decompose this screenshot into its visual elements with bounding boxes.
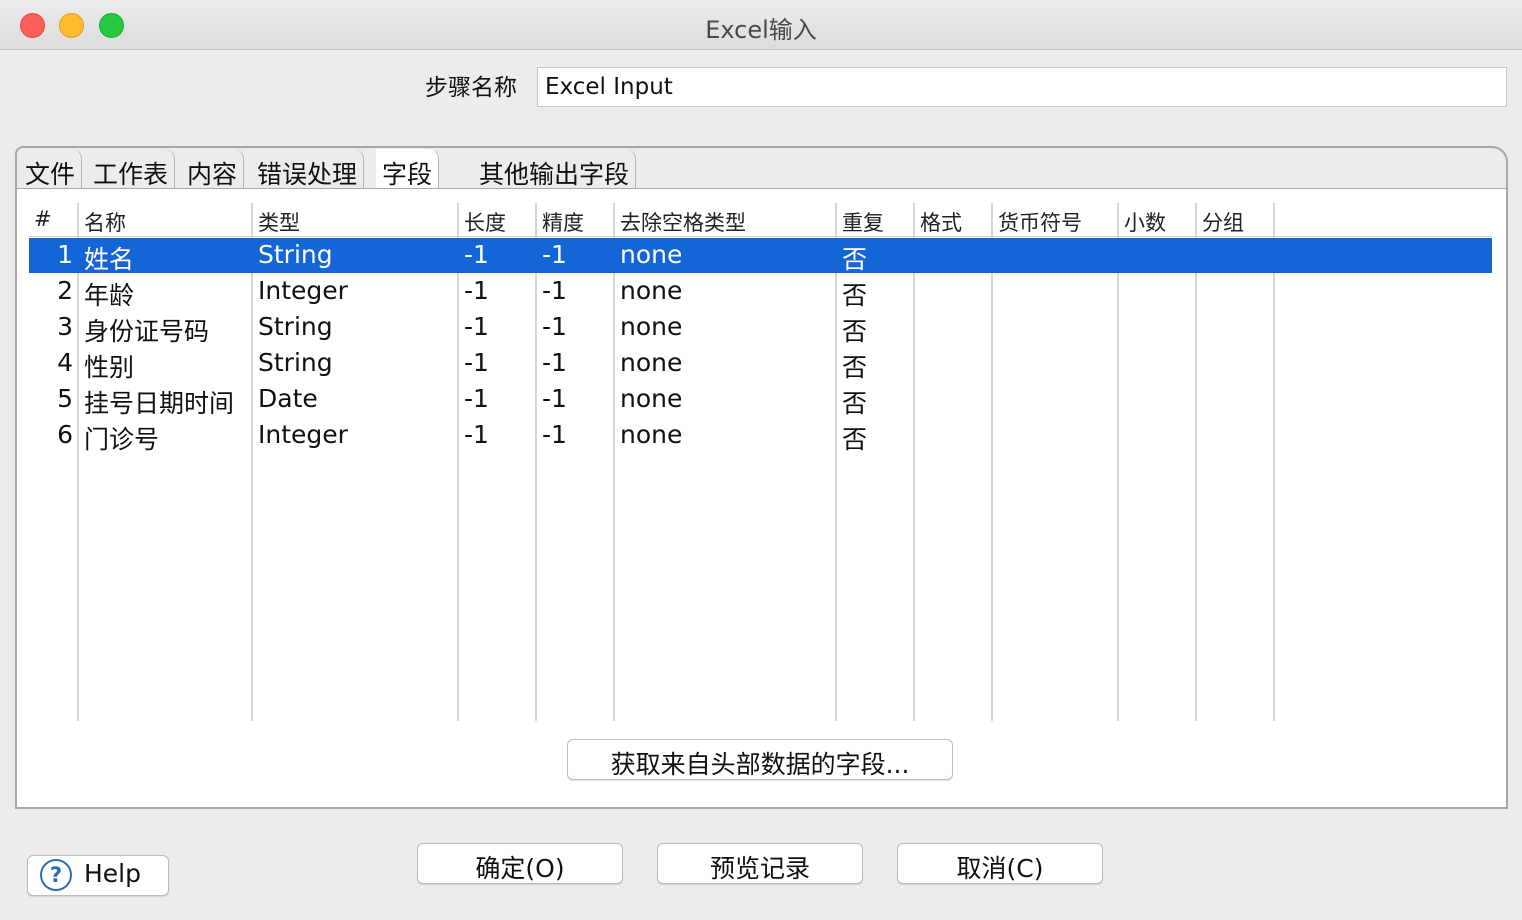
cell-precision[interactable]: -1 xyxy=(542,276,567,305)
cell-trim[interactable]: none xyxy=(620,384,682,413)
column-header-decimal[interactable]: 小数 xyxy=(1124,207,1166,237)
cell-name[interactable]: 性别 xyxy=(84,348,134,384)
column-header-name[interactable]: 名称 xyxy=(84,207,126,237)
table-row[interactable]: 6 门诊号 Integer -1 -1 none 否 xyxy=(29,418,1492,456)
cancel-button[interactable]: 取消(C) xyxy=(897,843,1103,884)
step-name-label: 步骤名称 xyxy=(425,75,517,101)
help-icon: ? xyxy=(40,859,72,891)
cell-type[interactable]: String xyxy=(258,348,333,377)
row-index: 1 xyxy=(57,240,73,269)
cell-trim[interactable]: none xyxy=(620,240,682,269)
cell-precision[interactable]: -1 xyxy=(542,420,567,449)
tab-additional-output-fields[interactable]: 其他输出字段 xyxy=(473,149,637,189)
column-header-repeat[interactable]: 重复 xyxy=(842,207,884,237)
cell-name[interactable]: 身份证号码 xyxy=(84,312,209,348)
cell-precision[interactable]: -1 xyxy=(542,384,567,413)
row-index: 5 xyxy=(57,384,73,413)
column-header-length[interactable]: 长度 xyxy=(464,207,506,237)
table-row[interactable]: 2 年龄 Integer -1 -1 none 否 xyxy=(29,274,1492,312)
cell-length[interactable]: -1 xyxy=(464,240,489,269)
cell-type[interactable]: Integer xyxy=(258,420,348,449)
get-fields-from-header-button[interactable]: 获取来自头部数据的字段... xyxy=(567,739,953,780)
help-label: Help xyxy=(84,859,141,888)
table-row[interactable]: 3 身份证号码 String -1 -1 none 否 xyxy=(29,310,1492,348)
cell-name[interactable]: 门诊号 xyxy=(84,420,159,456)
column-header-grouping[interactable]: 分组 xyxy=(1202,207,1244,237)
cell-repeat[interactable]: 否 xyxy=(842,240,867,276)
title-bar: Excel输入 xyxy=(0,0,1522,50)
tab-error-handling[interactable]: 错误处理 xyxy=(251,149,365,189)
column-header-precision[interactable]: 精度 xyxy=(542,207,584,237)
cell-trim[interactable]: none xyxy=(620,276,682,305)
cell-precision[interactable]: -1 xyxy=(542,240,567,269)
table-header: # 名称 类型 长度 精度 去除空格类型 重复 格式 货币符号 小数 分组 xyxy=(29,203,1492,237)
column-header-type[interactable]: 类型 xyxy=(258,207,300,237)
cell-length[interactable]: -1 xyxy=(464,276,489,305)
window-title: Excel输入 xyxy=(705,16,817,44)
cell-length[interactable]: -1 xyxy=(464,384,489,413)
cell-type[interactable]: Date xyxy=(258,384,318,413)
row-index: 3 xyxy=(57,312,73,341)
column-header-format[interactable]: 格式 xyxy=(920,207,962,237)
preview-records-button[interactable]: 预览记录 xyxy=(657,843,863,884)
fields-table[interactable]: # 名称 类型 长度 精度 去除空格类型 重复 格式 货币符号 小数 分组 1姓… xyxy=(29,203,1492,721)
cell-repeat[interactable]: 否 xyxy=(842,384,867,420)
cell-trim[interactable]: none xyxy=(620,348,682,377)
tab-file[interactable]: 文件 xyxy=(19,149,83,189)
row-index: 2 xyxy=(57,276,73,305)
tab-fields[interactable]: 字段 xyxy=(376,149,440,190)
tab-content[interactable]: 内容 xyxy=(181,149,245,189)
cell-type[interactable]: String xyxy=(258,240,333,269)
row-index: 6 xyxy=(57,420,73,449)
cell-repeat[interactable]: 否 xyxy=(842,348,867,384)
cell-trim[interactable]: none xyxy=(620,312,682,341)
column-header-trim-type[interactable]: 去除空格类型 xyxy=(620,207,746,237)
help-button[interactable]: ? Help xyxy=(27,855,169,896)
cell-type[interactable]: String xyxy=(258,312,333,341)
cell-length[interactable]: -1 xyxy=(464,312,489,341)
cell-name[interactable]: 挂号日期时间 xyxy=(84,384,234,420)
cell-precision[interactable]: -1 xyxy=(542,348,567,377)
cell-name[interactable]: 年龄 xyxy=(84,276,134,312)
cell-length[interactable]: -1 xyxy=(464,420,489,449)
cell-type[interactable]: Integer xyxy=(258,276,348,305)
column-header-currency[interactable]: 货币符号 xyxy=(998,207,1082,237)
step-name-input[interactable] xyxy=(537,67,1507,107)
table-row[interactable]: 1 姓名 String -1 -1 none 否 xyxy=(29,238,1492,276)
tab-worksheet[interactable]: 工作表 xyxy=(87,149,176,189)
cell-precision[interactable]: -1 xyxy=(542,312,567,341)
table-row[interactable]: 4 性别 String -1 -1 none 否 xyxy=(29,346,1492,384)
cell-name[interactable]: 姓名 xyxy=(84,240,134,276)
table-row[interactable]: 5 挂号日期时间 Date -1 -1 none 否 xyxy=(29,382,1492,420)
cell-trim[interactable]: none xyxy=(620,420,682,449)
cell-length[interactable]: -1 xyxy=(464,348,489,377)
tab-strip: 文件 工作表 内容 错误处理 字段 其他输出字段 xyxy=(15,146,1508,190)
column-header-index[interactable]: # xyxy=(34,207,52,231)
cell-repeat[interactable]: 否 xyxy=(842,276,867,312)
cell-repeat[interactable]: 否 xyxy=(842,420,867,456)
ok-button[interactable]: 确定(O) xyxy=(417,843,623,884)
cell-repeat[interactable]: 否 xyxy=(842,312,867,348)
row-index: 4 xyxy=(57,348,73,377)
